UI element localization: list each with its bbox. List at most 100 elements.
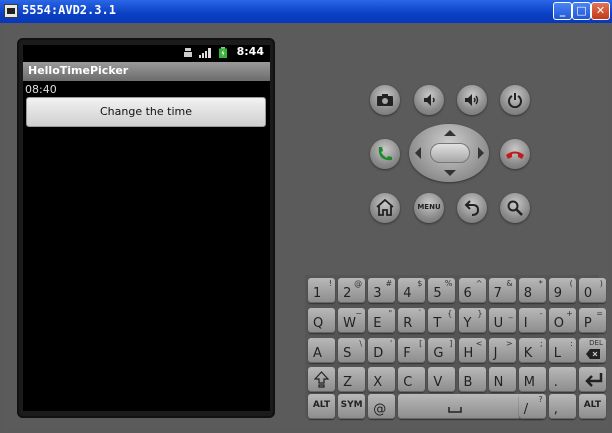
key-9[interactable]: 9( [548,278,576,303]
key-r[interactable]: R ` [398,308,426,333]
key-9-label: 9 [553,286,563,301]
dpad-down-icon[interactable] [444,170,456,176]
key-1-label: 1 [313,286,322,301]
key-slash-alt-label: ? [538,395,543,404]
key-g[interactable]: G] [428,338,456,363]
dpad-up-icon[interactable] [444,130,456,136]
key-s[interactable]: S \ [338,338,366,363]
key-c-label: C [403,375,413,390]
app-icon [4,4,18,18]
camera-button[interactable] [370,85,400,115]
key-n-label: N [493,375,504,390]
key-slash[interactable]: /? [518,394,546,419]
power-button[interactable] [500,85,530,115]
key-5-alt-label: % [444,279,453,288]
key-alt-right[interactable]: ALT [578,394,606,419]
key-alt-left[interactable]: ALT [308,394,335,419]
key-7-label: 7 [493,286,502,301]
key-p-alt-label: = [596,309,603,318]
maximize-button[interactable]: □ [572,2,591,20]
key-delete-label: DEL [589,339,603,347]
key-m[interactable]: M [518,367,546,392]
key-t[interactable]: T{ [428,308,456,333]
key-period-label: . [553,375,558,390]
minimize-button[interactable]: _ [553,2,572,20]
key-k-label: K [523,346,533,361]
key-shift[interactable] [308,367,335,392]
key-h[interactable]: H < [458,338,486,363]
key-comma-label: , [553,402,558,417]
key-2[interactable]: 2 @ [338,278,366,303]
home-button[interactable] [370,193,400,223]
key-7[interactable]: 7 & [488,278,516,303]
key-o[interactable]: O + [548,308,576,333]
key-u-label: U [493,316,504,331]
key-y[interactable]: Y} [458,308,486,333]
back-button[interactable] [457,193,487,223]
key-q[interactable]: Q [308,308,335,333]
call-button[interactable] [370,139,400,169]
key-a[interactable]: A [308,338,335,363]
key-4-alt-label: $ [417,279,423,288]
key-k[interactable]: K; [518,338,546,363]
key-n[interactable]: N [488,367,516,392]
dpad-right-icon[interactable] [478,147,484,159]
key-p-label: P [583,316,592,331]
key-delete[interactable]: DEL [578,338,606,363]
key-s-label: S [343,346,352,361]
key-h-alt-label: < [475,339,483,348]
key-8[interactable]: 8 * [518,278,546,303]
key-comma[interactable]: , [548,394,576,419]
key-m-label: M [523,375,535,390]
key-5[interactable]: 5% [428,278,456,303]
key-e[interactable]: E " [368,308,396,333]
device-screen[interactable]: 8:44 HelloTimePicker 08:40 Change the ti… [23,45,270,411]
key-b[interactable]: B [458,367,486,392]
search-button[interactable] [500,193,530,223]
key-1[interactable]: 1! [308,278,335,303]
call-icon [378,147,392,161]
volume-up-button[interactable] [457,85,487,115]
menu-button[interactable]: MENU [414,193,444,223]
key-e-label: E [373,316,382,331]
key-enter[interactable] [578,367,606,392]
key-period[interactable]: . [548,367,576,392]
key-sym-label: SYM [340,400,363,410]
key-u-alt-label: _ [508,309,513,318]
key-k-alt-label: ; [539,339,543,348]
key-0[interactable]: 0) [578,278,606,303]
key-at[interactable]: @ [368,394,396,419]
key-j[interactable]: J > [488,338,516,363]
key-d[interactable]: D ' [368,338,396,363]
key-6-label: 6 [463,286,472,301]
key-i[interactable]: I- [518,308,546,333]
key-c[interactable]: C [398,367,426,392]
key-0-label: 0 [583,286,593,301]
dpad-left-icon[interactable] [415,147,421,159]
volume-down-button[interactable] [414,85,444,115]
key-u[interactable]: U _ [488,308,516,333]
end-call-button[interactable] [500,139,530,169]
time-display: 08:40 [25,83,57,96]
key-6[interactable]: 6 ^ [458,278,486,303]
key-x-label: X [373,375,383,390]
change-time-button[interactable]: Change the time [26,97,266,127]
key-3[interactable]: 3 # [368,278,396,303]
key-sym[interactable]: SYM [338,394,366,419]
dpad-center-button[interactable] [430,143,470,163]
key-f[interactable]: F[ [398,338,426,363]
key-w[interactable]: W ~ [338,308,366,333]
key-f-label: F [403,346,411,361]
key-x[interactable]: X [368,367,396,392]
key-l[interactable]: L: [548,338,576,363]
key-4[interactable]: 4 $ [398,278,426,303]
status-time: 8:44 [236,45,264,58]
key-p[interactable]: P = [578,308,606,333]
key-v-label: V [433,375,443,390]
battery-charging-icon [219,47,227,58]
key-z[interactable]: Z [338,367,366,392]
key-v[interactable]: V [428,367,456,392]
close-button[interactable]: ✕ [591,2,610,20]
key-g-label: G [433,346,444,361]
menu-button-label: MENU [417,203,441,211]
